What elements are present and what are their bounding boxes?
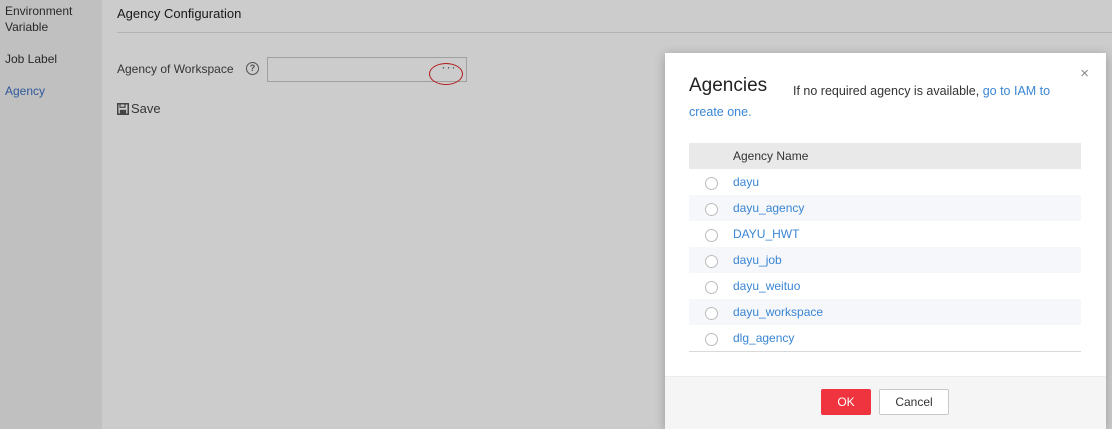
- agency-name[interactable]: dlg_agency: [733, 331, 794, 345]
- dialog-footer: OK Cancel: [665, 376, 1106, 429]
- agency-table: Agency Name dayu dayu_agency DAYU_HWT da…: [689, 143, 1081, 352]
- radio-button[interactable]: [705, 281, 718, 294]
- table-row[interactable]: dayu_agency: [689, 195, 1081, 221]
- radio-button[interactable]: [705, 177, 718, 190]
- close-icon[interactable]: ×: [1080, 65, 1089, 82]
- table-row[interactable]: dayu_workspace: [689, 299, 1081, 325]
- agency-name[interactable]: dayu_agency: [733, 201, 804, 215]
- agency-name[interactable]: dayu: [733, 175, 759, 189]
- table-row[interactable]: DAYU_HWT: [689, 221, 1081, 247]
- column-header-agency-name: Agency Name: [733, 149, 809, 163]
- agency-name[interactable]: DAYU_HWT: [733, 227, 799, 241]
- cancel-button[interactable]: Cancel: [879, 389, 949, 415]
- hint-text: If no required agency is available,: [793, 84, 983, 98]
- radio-button[interactable]: [705, 333, 718, 346]
- agencies-dialog: × Agencies If no required agency is avai…: [665, 53, 1106, 429]
- table-row[interactable]: dayu_weituo: [689, 273, 1081, 299]
- table-row[interactable]: dayu: [689, 169, 1081, 195]
- agency-name[interactable]: dayu_workspace: [733, 305, 823, 319]
- ok-button[interactable]: OK: [821, 389, 871, 415]
- table-divider: [689, 351, 1081, 352]
- radio-button[interactable]: [705, 203, 718, 216]
- agency-name[interactable]: dayu_weituo: [733, 279, 800, 293]
- agency-name[interactable]: dayu_job: [733, 253, 782, 267]
- dialog-hint: If no required agency is available, go t…: [689, 81, 1079, 123]
- radio-button[interactable]: [705, 229, 718, 242]
- table-row[interactable]: dlg_agency: [689, 325, 1081, 351]
- radio-button[interactable]: [705, 307, 718, 320]
- table-header: Agency Name: [689, 143, 1081, 169]
- radio-button[interactable]: [705, 255, 718, 268]
- table-row[interactable]: dayu_job: [689, 247, 1081, 273]
